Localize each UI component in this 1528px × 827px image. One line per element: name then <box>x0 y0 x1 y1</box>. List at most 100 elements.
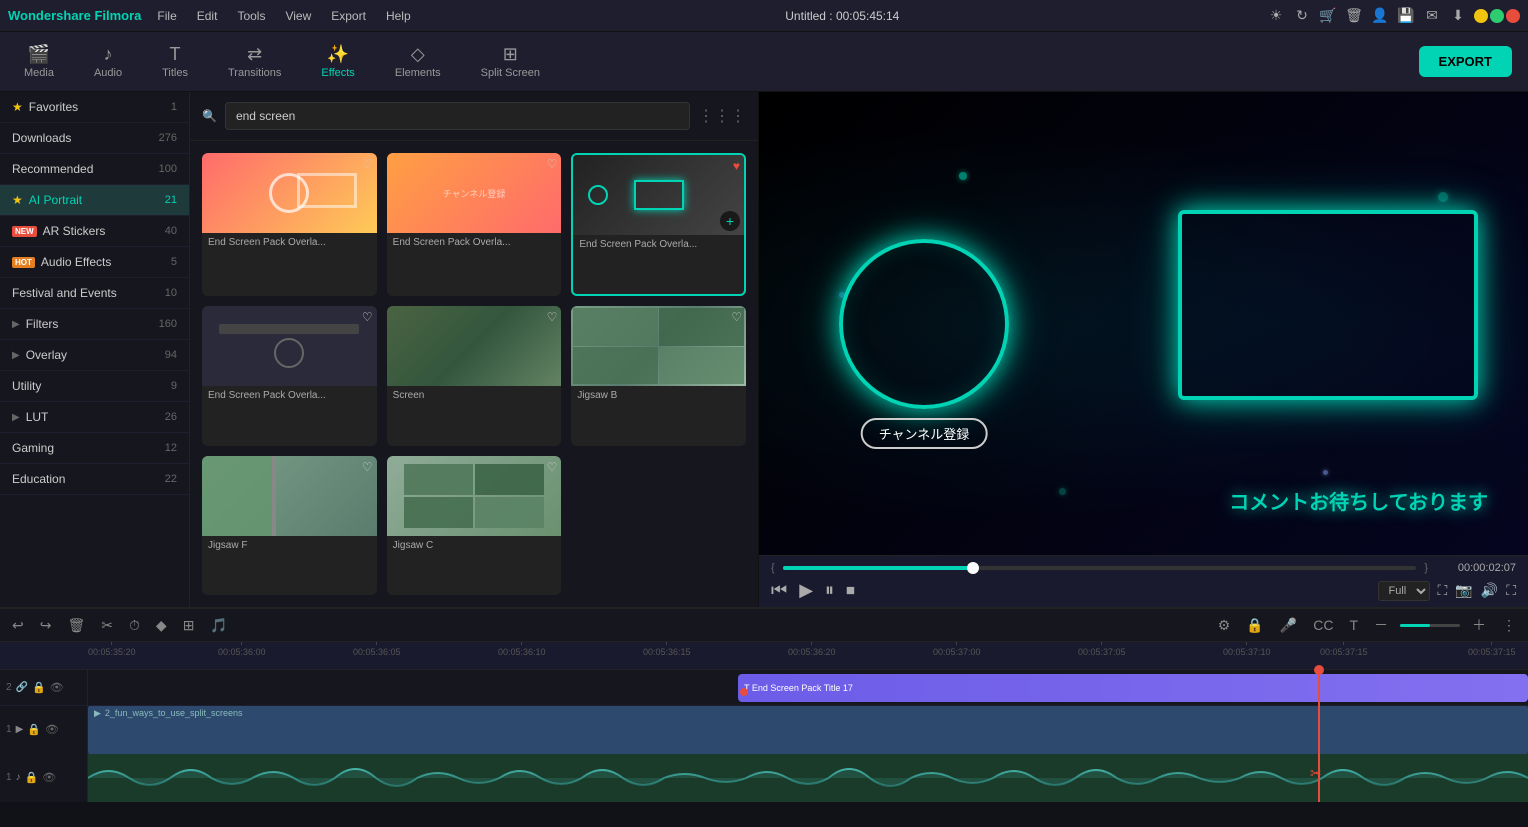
sidebar-item-audio-effects[interactable]: HOT Audio Effects 5 <box>0 247 189 278</box>
lock-icon-video[interactable]: 🔒 <box>27 723 41 736</box>
sidebar-item-overlay[interactable]: ▶ Overlay 94 <box>0 340 189 371</box>
save-icon[interactable]: 💾 <box>1396 7 1416 24</box>
eye-icon-audio[interactable]: 👁 <box>42 771 56 784</box>
sidebar-item-ar-stickers[interactable]: NEW AR Stickers 40 <box>0 216 189 247</box>
sidebar: ★ Favorites 1 Downloads 276 Recommended … <box>0 92 190 607</box>
menu-tools[interactable]: Tools <box>229 7 273 25</box>
tab-elements[interactable]: ◇ Elements <box>387 40 449 83</box>
tab-effects[interactable]: ✨ Effects <box>313 40 362 83</box>
effect-item-e5[interactable]: ♡ Screen <box>387 306 562 445</box>
sun-icon[interactable]: ☀ <box>1266 7 1286 24</box>
grid-toggle-icon[interactable]: ⋮⋮⋮ <box>698 106 746 126</box>
effect-label-e2: End Screen Pack Overla... <box>387 233 562 252</box>
maximize-button[interactable] <box>1490 9 1504 23</box>
effect-item-e4[interactable]: ♡ End Screen Pack Overla... <box>202 306 377 445</box>
zoom-settings-icon[interactable]: ⚙ <box>1214 615 1235 636</box>
volume-button[interactable]: 🔊 <box>1481 582 1498 599</box>
lock-icon-audio[interactable]: 🔒 <box>25 771 39 784</box>
skip-back-button[interactable]: ⏮ <box>771 580 787 601</box>
tab-media[interactable]: 🎬 Media <box>16 40 62 83</box>
zoom-out-icon[interactable]: － <box>1370 613 1392 637</box>
sidebar-item-favorites[interactable]: ★ Favorites 1 <box>0 92 189 123</box>
menu-view[interactable]: View <box>277 7 319 25</box>
lock-icon-effects[interactable]: 🔒 <box>32 681 46 694</box>
cart-icon[interactable]: 🛒 <box>1318 7 1338 24</box>
effect-item-e7[interactable]: ♡ Jigsaw F <box>202 456 377 595</box>
fullscreen-button[interactable]: ⛶ <box>1506 582 1516 599</box>
effect-thumb-e5: ♡ <box>387 306 562 386</box>
tab-audio[interactable]: ♪ Audio <box>86 40 130 83</box>
quality-select[interactable]: Full 1/2 1/4 <box>1378 581 1430 601</box>
snap-icon[interactable]: 🔒 <box>1242 615 1267 636</box>
heart-icon-e5[interactable]: ♡ <box>547 310 558 324</box>
sidebar-item-ai-portrait[interactable]: ★ AI Portrait 21 <box>0 185 189 216</box>
audio-button[interactable]: 🎵 <box>206 615 231 636</box>
captions-icon[interactable]: CC <box>1309 615 1337 635</box>
eye-icon-effects[interactable]: 👁 <box>50 681 64 694</box>
heart-icon-e3[interactable]: ♥ <box>733 159 740 173</box>
user-icon[interactable]: 👤 <box>1370 7 1390 24</box>
fit-screen-button[interactable]: ⛶ <box>1438 582 1448 599</box>
eye-icon-video[interactable]: 👁 <box>45 723 59 736</box>
sidebar-item-education[interactable]: Education 22 <box>0 464 189 495</box>
sidebar-item-recommended[interactable]: Recommended 100 <box>0 154 189 185</box>
heart-icon-e4[interactable]: ♡ <box>362 310 373 324</box>
search-input[interactable] <box>225 102 690 130</box>
sidebar-item-festival-events[interactable]: Festival and Events 10 <box>0 278 189 309</box>
more-icon[interactable]: ⋮ <box>1498 615 1520 636</box>
delete-button[interactable]: 🗑 <box>63 615 89 636</box>
tab-titles[interactable]: T Titles <box>154 40 196 83</box>
effects-clip[interactable]: T End Screen Pack Title 17 <box>738 674 1528 702</box>
heart-icon-e8[interactable]: ♡ <box>547 460 558 474</box>
export-button[interactable]: EXPORT <box>1419 46 1512 77</box>
mic-icon[interactable]: 🎤 <box>1276 615 1301 636</box>
menu-edit[interactable]: Edit <box>189 7 226 25</box>
undo-button[interactable]: ↩ <box>8 615 28 636</box>
text-icon[interactable]: T <box>1345 615 1362 635</box>
progress-bar[interactable] <box>783 566 1417 570</box>
ruler-mark-6: 00:05:37:00 <box>933 642 981 657</box>
effect-item-e8[interactable]: ♡ Jigsaw C <box>387 456 562 595</box>
download-icon[interactable]: ⬇ <box>1448 7 1468 24</box>
menu-help[interactable]: Help <box>378 7 419 25</box>
sidebar-item-downloads[interactable]: Downloads 276 <box>0 123 189 154</box>
sidebar-count-gaming: 12 <box>165 442 177 454</box>
progress-thumb[interactable] <box>967 562 979 574</box>
sidebar-count-festival-events: 10 <box>165 287 177 299</box>
cut-button[interactable]: ✂ <box>97 615 117 636</box>
zoom-in-icon[interactable]: ＋ <box>1468 613 1490 637</box>
tab-transitions[interactable]: ⇄ Transitions <box>220 40 289 83</box>
sidebar-item-gaming[interactable]: Gaming 12 <box>0 433 189 464</box>
timeline-section: ↩ ↪ 🗑 ✂ ⏱ ◆ ⊞ 🎵 ⚙ 🔒 🎤 CC T － ＋ <box>0 607 1528 827</box>
add-icon-e3[interactable]: + <box>720 211 740 231</box>
sidebar-item-filters[interactable]: ▶ Filters 160 <box>0 309 189 340</box>
duration-button[interactable]: ⏱ <box>125 615 144 636</box>
heart-icon-e2[interactable]: ♡ <box>547 157 558 171</box>
zoom-slider[interactable] <box>1400 624 1460 627</box>
effect-item-e6[interactable]: ♡ Jigsaw B <box>571 306 746 445</box>
keyframe-button[interactable]: ◆ <box>152 615 171 636</box>
effect-label-e5: Screen <box>387 386 562 405</box>
sidebar-item-utility[interactable]: Utility 9 <box>0 371 189 402</box>
tab-split-screen[interactable]: ⊞ Split Screen <box>473 40 548 83</box>
trash-icon[interactable]: 🗑 <box>1344 7 1364 24</box>
sidebar-item-lut[interactable]: ▶ LUT 26 <box>0 402 189 433</box>
refresh-icon[interactable]: ↻ <box>1292 7 1312 24</box>
effect-item-e3[interactable]: ♥ + End Screen Pack Overla... <box>571 153 746 296</box>
menu-file[interactable]: File <box>149 7 184 25</box>
effect-item-e2[interactable]: チャンネル登録 ♡ End Screen Pack Overla... <box>387 153 562 296</box>
close-button[interactable] <box>1506 9 1520 23</box>
heart-icon-e7[interactable]: ♡ <box>362 460 373 474</box>
redo-button[interactable]: ↪ <box>36 615 56 636</box>
menu-export[interactable]: Export <box>323 7 374 25</box>
stop-button[interactable]: ⏹ <box>846 580 855 601</box>
minimize-button[interactable] <box>1474 9 1488 23</box>
effect-item-e1[interactable]: ♡ End Screen Pack Overla... <box>202 153 377 296</box>
multi-button[interactable]: ⊞ <box>179 615 199 636</box>
screenshot-button[interactable]: 📷 <box>1455 582 1472 599</box>
heart-icon-e6[interactable]: ♡ <box>731 310 742 324</box>
play-button[interactable]: ▶ <box>799 580 813 601</box>
pause-button[interactable]: ⏸ <box>825 580 834 601</box>
heart-icon-e1[interactable]: ♡ <box>362 157 373 171</box>
mail-icon[interactable]: ✉ <box>1422 7 1442 24</box>
